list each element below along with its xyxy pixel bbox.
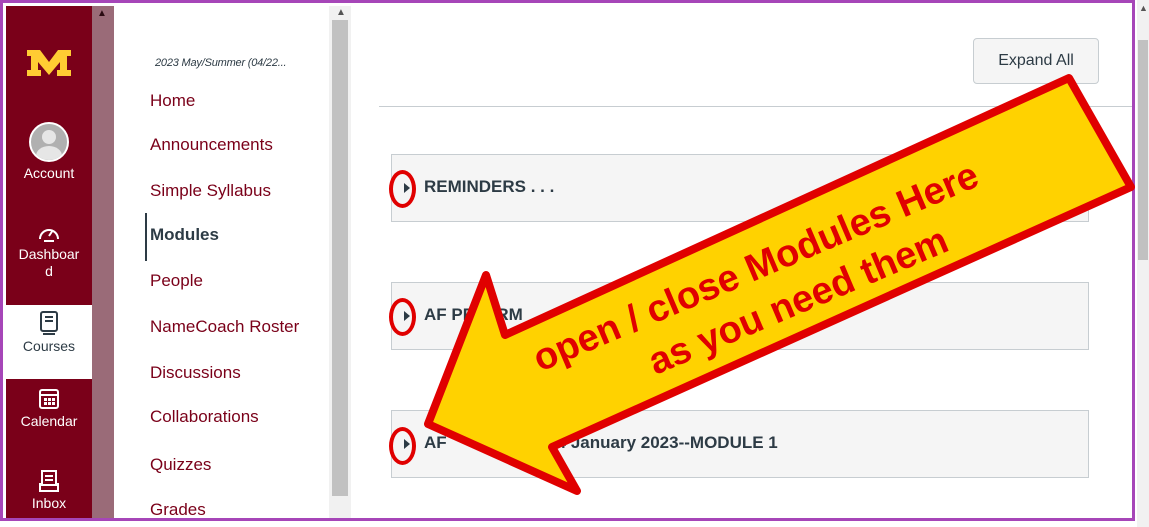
module-header[interactable]: AF PR ERM (391, 282, 1089, 350)
university-logo[interactable] (26, 48, 72, 83)
module-title-start: AF (424, 433, 447, 452)
scrollbar-thumb[interactable] (1138, 40, 1148, 260)
course-nav-announcements[interactable]: Announcements (150, 135, 273, 155)
divider (379, 106, 1132, 107)
nav-account[interactable]: Account (6, 122, 92, 182)
scroll-up-icon[interactable]: ▲ (1139, 4, 1148, 13)
modules-page: Expand All REMINDERS . . . AF PR ERM AF 4 … (351, 6, 1132, 518)
nav-account-label: Account (23, 165, 75, 181)
nav-courses-label: Courses (22, 338, 76, 354)
course-nav-collaborations[interactable]: Collaborations (150, 407, 259, 427)
nav-courses[interactable]: Courses (6, 305, 92, 379)
module-header[interactable]: AF 4 January 2023--MODULE 1 (391, 410, 1089, 478)
calendar-icon (39, 389, 59, 409)
course-nav-namecoach-roster[interactable]: NameCoach Roster (150, 317, 299, 337)
scroll-up-icon[interactable]: ▲ (336, 7, 346, 18)
highlight-ring (389, 427, 416, 465)
nav-calendar-label: Calendar (20, 413, 78, 429)
module-title: AF PR ERM (424, 305, 523, 325)
expand-all-button[interactable]: Expand All (973, 38, 1099, 84)
courses-book-icon (40, 311, 58, 335)
highlight-ring (389, 298, 416, 336)
global-nav-scrollbar[interactable]: ▲ (92, 6, 114, 518)
module-title: AF 4 January 2023--MODULE 1 (424, 433, 778, 453)
module-title: REMINDERS . . . (424, 177, 555, 196)
course-term: 2023 May/Summer (04/22... (155, 57, 287, 69)
scroll-up-icon[interactable]: ▲ (97, 8, 107, 19)
scrollbar-thumb[interactable] (332, 20, 348, 496)
window-scrollbar[interactable]: ▲ (1137, 0, 1149, 527)
module-title-end: ERM (485, 305, 523, 324)
course-nav-simple-syllabus[interactable]: Simple Syllabus (150, 181, 271, 201)
avatar-icon (29, 122, 69, 162)
module-title-start: AF PR (424, 305, 475, 324)
course-nav-people[interactable]: People (150, 271, 203, 291)
active-indicator (145, 213, 147, 261)
module-header[interactable]: REMINDERS . . . (391, 154, 1089, 222)
app-window: Account Dashboar d Courses Calendar Inbo… (0, 0, 1135, 521)
nav-dashboard[interactable]: Dashboar d (6, 222, 92, 280)
dashboard-gauge-icon (39, 229, 59, 242)
nav-calendar[interactable]: Calendar (6, 387, 92, 430)
course-nav-discussions[interactable]: Discussions (150, 363, 241, 383)
inbox-icon (39, 470, 59, 492)
nav-inbox-label: Inbox (31, 495, 67, 511)
course-nav-quizzes[interactable]: Quizzes (150, 455, 211, 475)
nav-inbox[interactable]: Inbox (6, 469, 92, 512)
highlight-ring (389, 170, 416, 208)
module-title-end: 4 January 2023--MODULE 1 (556, 433, 778, 452)
global-nav: Account Dashboar d Courses Calendar Inbo… (6, 6, 92, 518)
course-nav-home[interactable]: Home (150, 91, 195, 111)
course-nav-modules[interactable]: Modules (150, 225, 219, 245)
nav-dashboard-label: Dashboar d (18, 246, 80, 279)
course-nav-scrollbar[interactable]: ▲ (329, 6, 351, 518)
maroon-m-logo-icon (27, 50, 71, 76)
course-nav: 2023 May/Summer (04/22... Home Announcem… (114, 6, 329, 518)
course-nav-grades[interactable]: Grades (150, 500, 206, 518)
